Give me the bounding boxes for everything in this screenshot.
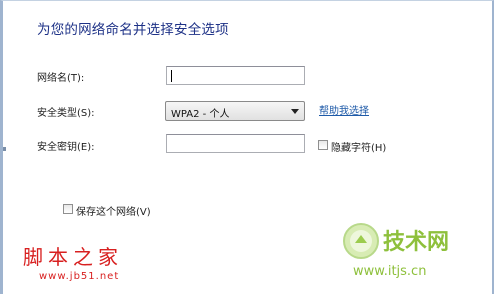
dialog-window: 为您的网络命名并选择安全选项 网络名(T): 安全类型(S): WPA2 - 个… xyxy=(0,0,494,294)
network-name-input[interactable] xyxy=(166,66,305,85)
watermark-right-url: www.itjs.cn xyxy=(353,264,427,279)
hide-characters-label: 隐藏字符(H) xyxy=(331,143,387,154)
security-key-label: 安全密钥(E): xyxy=(37,142,95,153)
watermark-right-logo: 技术网 xyxy=(383,230,450,255)
watermark-left-logo: 脚本之家 xyxy=(23,245,123,269)
text-caret xyxy=(171,70,172,82)
security-type-value: WPA2 - 个人 xyxy=(171,109,230,120)
hide-characters-checkbox[interactable] xyxy=(318,140,328,150)
network-name-label: 网络名(T): xyxy=(37,73,85,84)
watermark-left-url: www.jb51.net xyxy=(39,271,120,282)
chevron-down-icon xyxy=(291,109,299,114)
save-network-checkbox[interactable] xyxy=(63,204,73,214)
save-network-label: 保存这个网络(V) xyxy=(76,207,151,218)
itjs-logo-icon xyxy=(343,223,379,259)
help-me-choose-link[interactable]: 帮助我选择 xyxy=(319,102,369,117)
security-key-input[interactable] xyxy=(166,134,305,153)
dialog-title: 为您的网络命名并选择安全选项 xyxy=(37,22,229,38)
security-type-select[interactable]: WPA2 - 个人 xyxy=(165,101,305,121)
window-edge-marker xyxy=(3,147,6,151)
security-type-label: 安全类型(S): xyxy=(37,108,95,119)
